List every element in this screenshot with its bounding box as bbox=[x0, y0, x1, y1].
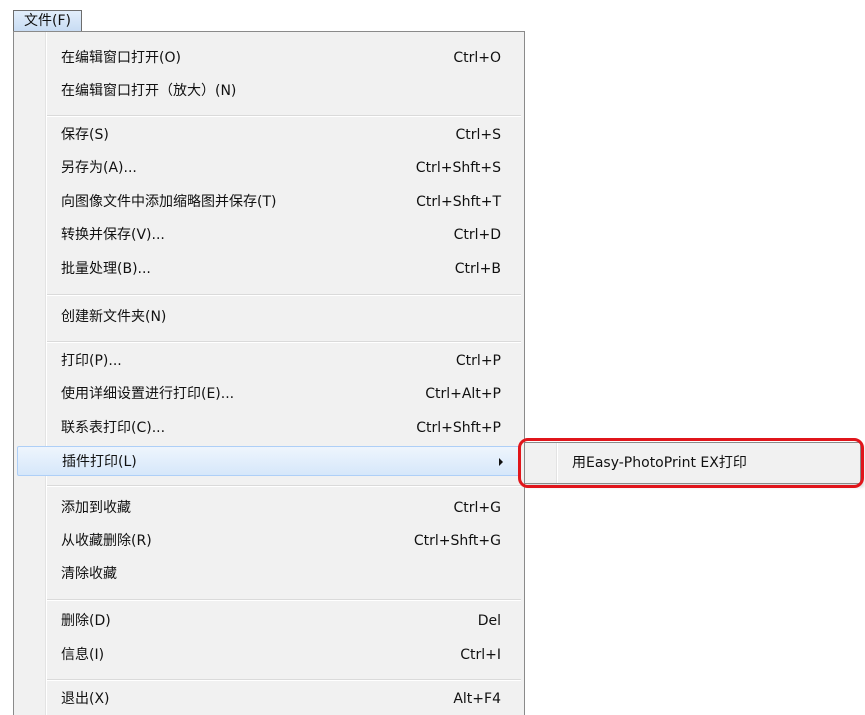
menu-item-label: 在编辑窗口打开（放大）(N) bbox=[61, 83, 237, 99]
menu-separator bbox=[47, 679, 521, 681]
menu-item-label: 转换并保存(V)... bbox=[61, 227, 165, 243]
menu-item-plugin-print[interactable]: 插件打印(L) bbox=[17, 446, 521, 476]
menu-item-save[interactable]: 保存(S) Ctrl+S bbox=[17, 120, 521, 150]
menu-item-label: 插件打印(L) bbox=[62, 454, 137, 470]
menu-item-label: 信息(I) bbox=[61, 647, 105, 663]
menu-item-clear-favorites[interactable]: 清除收藏 bbox=[17, 559, 521, 589]
menu-item-label: 向图像文件中添加缩略图并保存(T) bbox=[61, 194, 277, 210]
file-menu-title[interactable]: 文件(F) bbox=[13, 10, 82, 32]
screenshot-page: 文件(F) 在编辑窗口打开(O) Ctrl+O 在编辑窗口打开（放大）(N) 保… bbox=[0, 0, 865, 715]
menu-item-shortcut: Ctrl+B bbox=[454, 261, 501, 277]
menu-separator bbox=[47, 599, 521, 601]
submenu-item-easy-photoprint-ex[interactable]: 用Easy-PhotoPrint EX打印 bbox=[528, 448, 857, 478]
menu-item-label: 添加到收藏 bbox=[61, 500, 131, 516]
menu-item-exit[interactable]: 退出(X) Alt+F4 bbox=[17, 684, 521, 714]
menu-item-shortcut: Del bbox=[477, 613, 501, 629]
menu-item-shortcut: Ctrl+I bbox=[460, 647, 501, 663]
menu-item-label: 删除(D) bbox=[61, 613, 111, 629]
menu-item-label: 使用详细设置进行打印(E)... bbox=[61, 386, 235, 402]
menu-item-shortcut: Ctrl+D bbox=[453, 227, 501, 243]
menu-item-label: 清除收藏 bbox=[61, 566, 117, 582]
menu-item-label: 批量处理(B)... bbox=[61, 261, 151, 277]
file-menu-dropdown: 在编辑窗口打开(O) Ctrl+O 在编辑窗口打开（放大）(N) 保存(S) C… bbox=[13, 31, 525, 715]
submenu-arrow-icon bbox=[499, 458, 503, 466]
menu-item-info[interactable]: 信息(I) Ctrl+I bbox=[17, 640, 521, 670]
menu-separator bbox=[47, 294, 521, 296]
menu-item-shortcut: Ctrl+Shft+G bbox=[413, 533, 501, 549]
menu-item-label: 在编辑窗口打开(O) bbox=[61, 50, 181, 66]
menu-item-label: 打印(P)... bbox=[61, 353, 122, 369]
plugin-print-submenu: 用Easy-PhotoPrint EX打印 bbox=[524, 442, 861, 484]
menu-item-add-thumbnail-and-save[interactable]: 向图像文件中添加缩略图并保存(T) Ctrl+Shft+T bbox=[17, 187, 521, 217]
menu-item-batch-process[interactable]: 批量处理(B)... Ctrl+B bbox=[17, 254, 521, 284]
menu-item-shortcut: Ctrl+O bbox=[453, 50, 501, 66]
menu-item-label: 另存为(A)... bbox=[61, 160, 137, 176]
menu-item-convert-and-save[interactable]: 转换并保存(V)... Ctrl+D bbox=[17, 220, 521, 250]
menu-item-create-new-folder[interactable]: 创建新文件夹(N) bbox=[17, 302, 521, 332]
menu-item-shortcut: Ctrl+Shft+T bbox=[416, 194, 501, 210]
menu-item-add-to-favorites[interactable]: 添加到收藏 Ctrl+G bbox=[17, 493, 521, 523]
menu-item-label: 联系表打印(C)... bbox=[61, 420, 166, 436]
menu-separator bbox=[47, 341, 521, 343]
menu-item-shortcut: Ctrl+G bbox=[453, 500, 502, 516]
menu-item-label: 退出(X) bbox=[61, 691, 110, 707]
menu-item-shortcut: Ctrl+Shft+P bbox=[416, 420, 501, 436]
menu-item-shortcut: Ctrl+Alt+P bbox=[425, 386, 501, 402]
menu-item-label: 创建新文件夹(N) bbox=[61, 309, 167, 325]
menu-item-label: 用Easy-PhotoPrint EX打印 bbox=[572, 455, 747, 471]
menu-item-shortcut: Ctrl+Shft+S bbox=[415, 160, 501, 176]
menu-item-open-in-edit-window[interactable]: 在编辑窗口打开(O) Ctrl+O bbox=[17, 43, 521, 73]
menu-item-print-detailed-settings[interactable]: 使用详细设置进行打印(E)... Ctrl+Alt+P bbox=[17, 379, 521, 409]
menu-item-shortcut: Ctrl+S bbox=[455, 127, 501, 143]
menu-separator bbox=[47, 485, 521, 487]
menu-item-delete[interactable]: 删除(D) Del bbox=[17, 606, 521, 636]
menu-separator bbox=[47, 115, 521, 117]
menu-item-label: 从收藏删除(R) bbox=[61, 533, 152, 549]
menu-item-label: 保存(S) bbox=[61, 127, 109, 143]
menu-item-contact-sheet-print[interactable]: 联系表打印(C)... Ctrl+Shft+P bbox=[17, 413, 521, 443]
menu-item-remove-from-favorites[interactable]: 从收藏删除(R) Ctrl+Shft+G bbox=[17, 526, 521, 556]
menu-item-shortcut: Ctrl+P bbox=[455, 353, 501, 369]
menu-item-open-in-edit-window-zoomed[interactable]: 在编辑窗口打开（放大）(N) bbox=[17, 76, 521, 106]
menu-item-save-as[interactable]: 另存为(A)... Ctrl+Shft+S bbox=[17, 153, 521, 183]
menu-item-print[interactable]: 打印(P)... Ctrl+P bbox=[17, 346, 521, 376]
menu-item-shortcut: Alt+F4 bbox=[453, 691, 501, 707]
